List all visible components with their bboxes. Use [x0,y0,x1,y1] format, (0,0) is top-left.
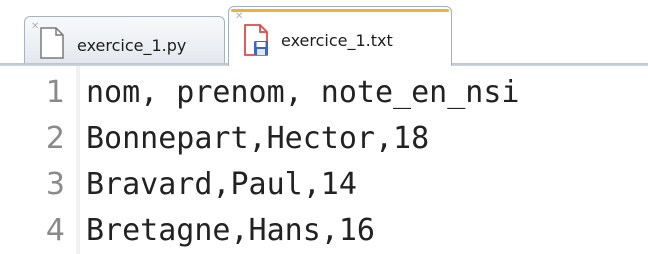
code-line[interactable]: Bretagne,Hans,16 [86,208,375,254]
code-line[interactable]: Bonnepart,Hector,18 [86,116,429,162]
editor[interactable]: 1 2 3 4 nom, prenom, note_en_nsi Bonnepa… [0,66,648,254]
tab-bar: ✕ exercice_1.py ✕ exercice_1.txt [0,0,648,66]
saved-text-file-icon [243,24,269,60]
line-number: 1 [45,75,65,110]
line-number-gutter: 1 2 3 4 [0,66,72,254]
tab-exercice-1-txt[interactable]: ✕ exercice_1.txt [228,6,452,66]
tab-label: exercice_1.py [77,36,187,55]
code-line[interactable]: nom, prenom, note_en_nsi [86,70,519,116]
line-number: 4 [45,213,65,248]
text-file-icon [39,27,65,63]
tab-exercice-1-py[interactable]: ✕ exercice_1.py [24,16,225,63]
line-number: 2 [45,121,65,156]
close-icon[interactable]: ✕ [235,12,243,22]
code-line[interactable]: Bravard,Paul,14 [86,162,357,208]
line-number: 3 [45,167,65,202]
fold-margin [76,66,80,254]
tab-label: exercice_1.txt [281,31,393,50]
